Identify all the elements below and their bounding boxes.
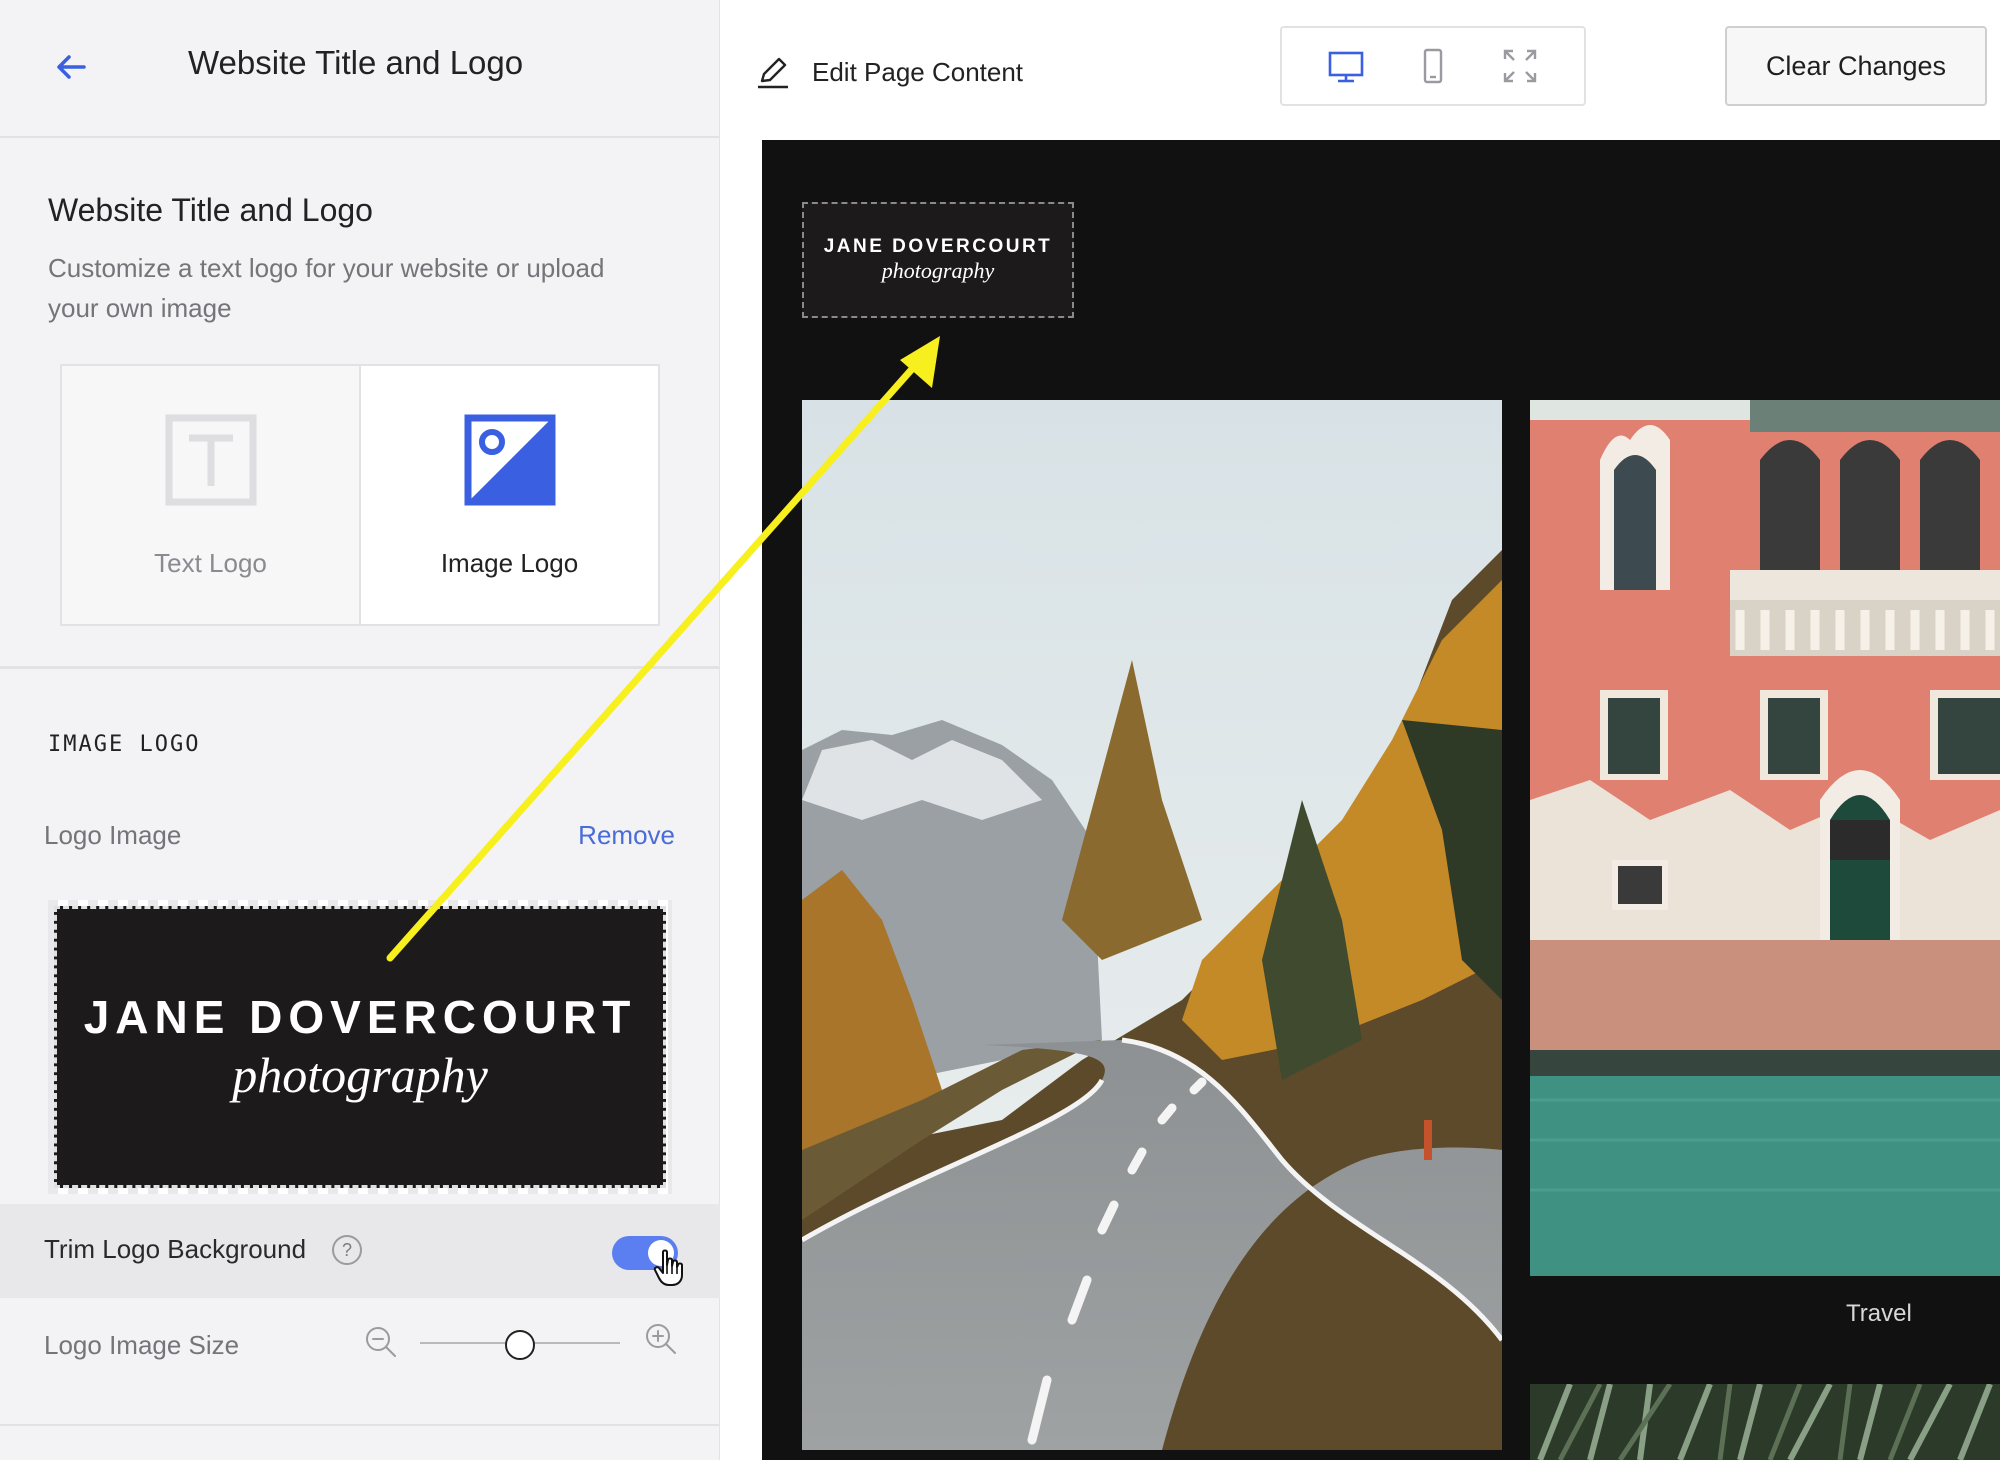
gallery-caption: Travel [1846,1300,1912,1327]
gallery-photo-plant[interactable] [1530,1384,2000,1460]
zoom-in-icon[interactable] [644,1322,678,1356]
section-description: Customize a text logo for your website o… [48,253,605,323]
logo-size-label: Logo Image Size [44,1330,240,1360]
mobile-icon[interactable] [1413,46,1453,86]
device-preview-switcher [1280,26,1586,106]
clear-changes-button[interactable]: Clear Changes [1725,26,1987,106]
gallery-photo-venice-building[interactable] [1530,400,2000,1276]
zoom-out-icon[interactable] [364,1325,398,1359]
trim-background-row: Trim Logo Background ? [0,1204,720,1298]
desktop-icon[interactable] [1326,46,1366,86]
sidebar-header: Website Title and Logo [0,0,720,138]
logo-image-preview[interactable]: JANE DOVERCOURT photography [48,900,672,1194]
pencil-icon [758,57,788,89]
site-logo-subtitle: photography [881,258,995,283]
text-logo-icon [165,414,256,506]
section-divider [0,666,720,669]
fullscreen-icon[interactable] [1500,46,1540,86]
hand-cursor-icon [653,1249,683,1286]
logo-size-slider-handle[interactable] [505,1330,535,1360]
image-logo-label: Image Logo [440,548,579,578]
help-icon[interactable]: ? [332,1235,362,1265]
logo-preview-subtitle: photography [232,1047,488,1103]
logo-image-label: Logo Image [44,820,182,850]
logo-preview-frame: JANE DOVERCOURT photography [54,906,666,1188]
site-logo-name: JANE DOVERCOURT [823,236,1053,257]
back-arrow-icon[interactable] [50,46,92,88]
edit-page-content-label: Edit Page Content [812,56,1024,87]
trim-background-label: Trim Logo Background [44,1234,307,1264]
text-logo-option[interactable]: Text Logo [62,366,361,624]
website-preview: JANE DOVERCOURT photography Travel [762,140,2000,1460]
settings-sidebar: Website Title and Logo Website Title and… [0,0,720,1460]
image-logo-option[interactable]: Image Logo [361,366,658,624]
remove-logo-link[interactable]: Remove [578,820,675,851]
section-title: Website Title and Logo [48,192,373,228]
section-divider [0,1424,720,1426]
logo-preview-name: JANE DOVERCOURT [83,991,637,1043]
image-logo-icon [464,414,555,506]
sidebar-title: Website Title and Logo [188,44,524,81]
text-logo-label: Text Logo [154,548,267,578]
logo-type-selector: Text Logo Image Logo [60,364,660,626]
edit-page-content-button[interactable]: Edit Page Content [756,52,1023,92]
gallery-photo-mountain-road[interactable] [802,400,1502,1450]
site-logo[interactable]: JANE DOVERCOURT photography [802,202,1074,318]
image-logo-heading: IMAGE LOGO [48,732,201,757]
